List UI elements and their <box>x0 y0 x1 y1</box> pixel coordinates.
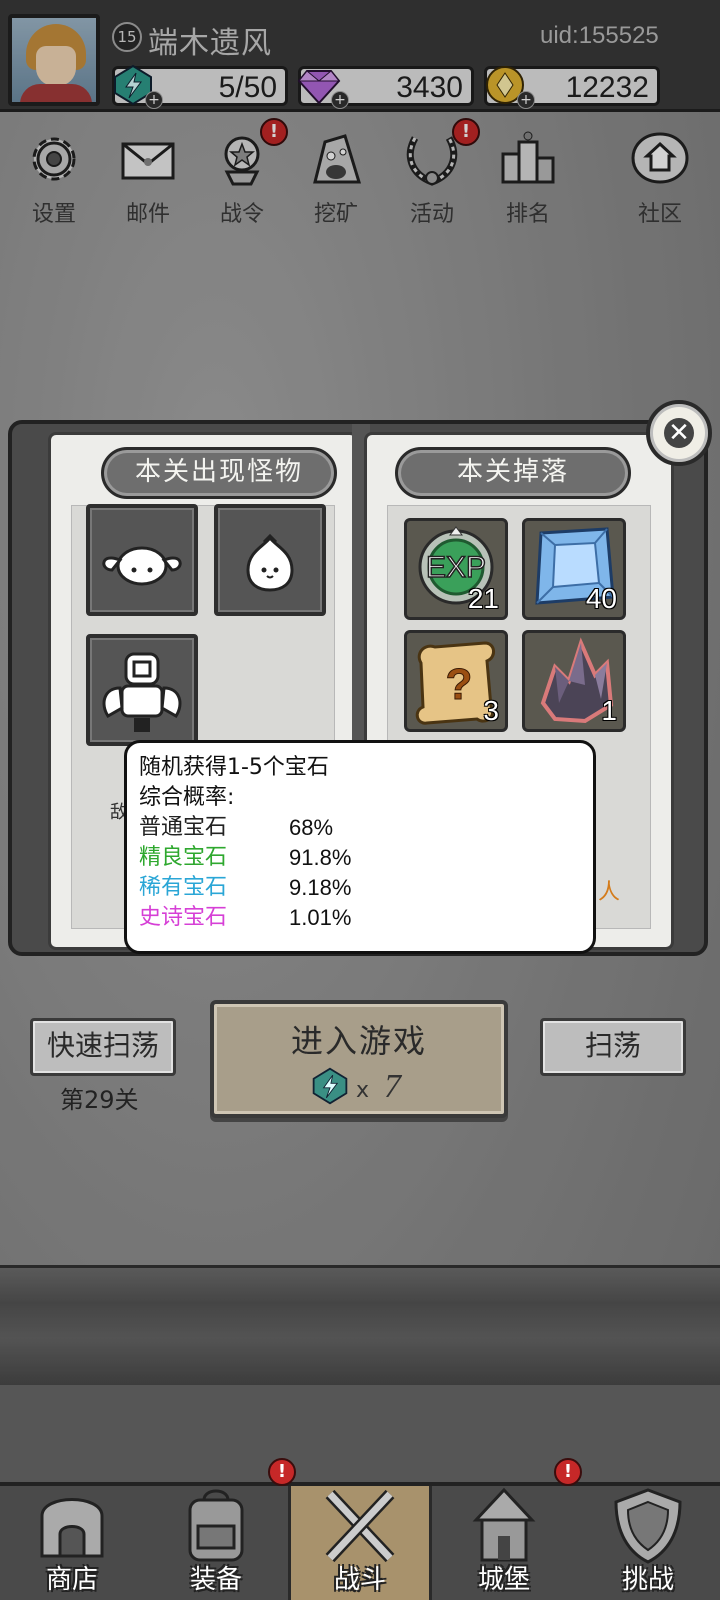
stage-label: 第29关 <box>60 1086 139 1114</box>
nav-equipment-label: 装备 <box>189 1565 242 1595</box>
tooltip-description: 随机获得1-5个宝石 <box>139 755 329 780</box>
svg-text:?: ? <box>446 660 473 709</box>
nav-castle[interactable]: 城堡 <box>432 1486 576 1600</box>
enter-game-button[interactable]: 进入游戏 x 7 <box>210 1000 508 1118</box>
cost-multiplier: x <box>356 1078 370 1103</box>
gem-tier-percent: 9.18% <box>289 875 352 900</box>
bottom-nav: 商店 装备 战斗 城堡 挑战 <box>0 1482 720 1600</box>
tooltip-probability-heading: 综合概率: <box>139 785 235 810</box>
castle-icon <box>472 1487 536 1562</box>
gem-tier-name: 精良宝石 <box>139 845 228 870</box>
nav-castle-label: 城堡 <box>477 1565 530 1595</box>
nav-shop[interactable]: 商店 <box>0 1486 144 1600</box>
drop-slot-blue-gem[interactable]: 40 <box>522 518 626 620</box>
equipment-alert-badge: ! <box>268 1458 296 1486</box>
cost-amount: 7 <box>384 1068 401 1105</box>
close-button[interactable]: ✕ <box>646 400 712 466</box>
exp-badge-text: EXP <box>426 551 486 584</box>
nav-battle-label: 战斗 <box>333 1565 386 1595</box>
tooltip-row-fine: 精良宝石 91.8% <box>139 843 581 873</box>
castle-alert-badge: ! <box>554 1458 582 1486</box>
nav-equipment[interactable]: 装备 <box>144 1486 288 1600</box>
close-icon: ✕ <box>664 418 694 448</box>
drop-slot-exp[interactable]: EXP 21 <box>404 518 508 620</box>
monster-slot-2[interactable] <box>214 504 326 616</box>
drop-mystery-scroll-count: 3 <box>483 695 499 726</box>
drop-info-tooltip: 随机获得1-5个宝石 综合概率: 普通宝石 68% 精良宝石 91.8% 稀有宝… <box>124 740 596 954</box>
gem-tier-percent: 68% <box>289 815 334 840</box>
monster-slot-1[interactable] <box>86 504 198 616</box>
nav-battle[interactable]: 战斗 <box>288 1486 432 1600</box>
tooltip-row-rare: 稀有宝石 9.18% <box>139 873 581 903</box>
monsters-title: 本关出现怪物 <box>101 447 337 499</box>
crossed-swords-icon <box>325 1489 395 1563</box>
gem-tier-name: 稀有宝石 <box>139 875 228 900</box>
gem-tier-name: 普通宝石 <box>139 815 228 840</box>
gem-tier-percent: 1.01% <box>289 905 352 930</box>
drop-slot-mystery-scroll[interactable]: ? 3 <box>404 630 508 732</box>
tooltip-row-common: 普通宝石 68% <box>139 813 581 843</box>
drop-exp-count: 21 <box>467 583 499 614</box>
shop-icon <box>40 1498 104 1558</box>
drop-blue-gem-count: 40 <box>585 583 617 614</box>
quick-sweep-button[interactable]: 快速扫荡 <box>30 1018 176 1076</box>
monster-slot-3[interactable] <box>86 634 198 746</box>
gem-tier-percent: 91.8% <box>289 845 352 870</box>
drop-slot-crystal-ore[interactable]: 1 <box>522 630 626 732</box>
tooltip-row-epic: 史诗宝石 1.01% <box>139 903 581 933</box>
shield-icon <box>614 1488 682 1564</box>
nav-shop-label: 商店 <box>45 1565 98 1595</box>
nav-challenge-label: 挑战 <box>621 1565 674 1595</box>
drop-crystal-ore-count: 1 <box>601 695 617 726</box>
gem-tier-name: 史诗宝石 <box>139 905 228 930</box>
partially-hidden-text-right: 人 <box>598 880 621 905</box>
energy-gem-icon <box>312 1067 348 1105</box>
bunny-monster-icon <box>102 546 182 586</box>
backpack-icon <box>188 1489 244 1562</box>
sweep-button[interactable]: 扫荡 <box>540 1018 686 1076</box>
enter-game-label: 进入游戏 <box>290 1022 427 1060</box>
drops-title: 本关掉落 <box>395 447 631 499</box>
golem-monster-icon <box>102 652 182 732</box>
dumpling-monster-icon <box>246 533 294 592</box>
nav-challenge[interactable]: 挑战 <box>576 1486 720 1600</box>
energy-cost: x 7 <box>310 1066 430 1110</box>
